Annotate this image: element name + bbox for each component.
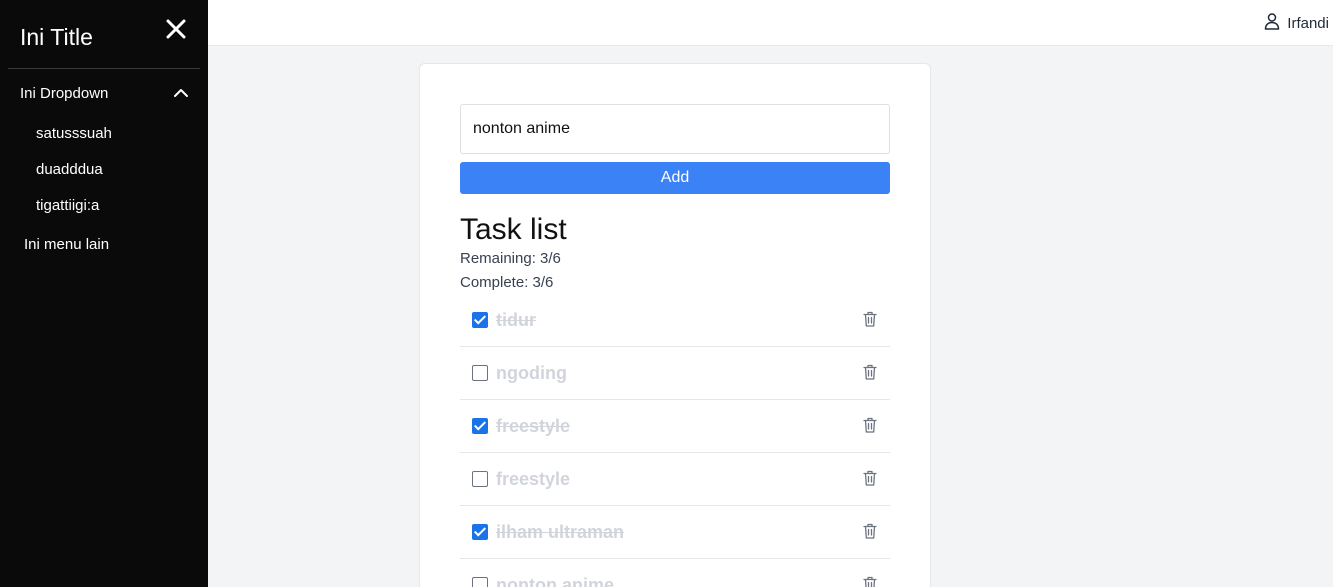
task-row: tidur [460,294,890,347]
sidebar-dropdown-toggle[interactable]: Ini Dropdown [20,82,190,106]
task-checkbox[interactable] [472,418,488,434]
task-text: freestyle [496,469,571,489]
trash-icon[interactable] [862,575,878,587]
trash-icon[interactable] [862,416,878,434]
close-icon[interactable] [164,17,188,41]
task-row: ilham ultraman [460,506,890,559]
sidebar-subitem-1[interactable]: satusssuah [36,125,112,142]
task-text: ngoding [496,363,567,383]
task-row: nonton anime [460,559,890,587]
task-row: freestyle [460,453,890,506]
top-bar: Irfandi [208,0,1333,46]
task-text: ilham ultraman [496,522,625,542]
sidebar-dropdown-label: Ini Dropdown [20,85,109,102]
user-icon [1263,12,1281,35]
user-name: Irfandi [1287,14,1329,32]
complete-count: Complete: 3/6 [460,274,554,291]
task-card: Add Task list Remaining: 3/6 Complete: 3… [419,63,931,587]
task-row: ngoding [460,347,890,400]
task-text: tidur [496,310,536,330]
sidebar-subitem-3[interactable]: tigattiigi:a [36,197,99,214]
chevron-up-icon [172,84,190,102]
trash-icon[interactable] [862,522,878,540]
task-checkbox[interactable] [472,577,488,587]
task-checkbox[interactable] [472,471,488,487]
task-checkbox[interactable] [472,524,488,540]
sidebar: Ini Title Ini Dropdown satusssuah duaddd… [0,0,208,587]
trash-icon[interactable] [862,469,878,487]
sidebar-subitem-2[interactable]: duadddua [36,161,103,178]
task-list-heading: Task list [460,213,567,246]
task-checkbox[interactable] [472,312,488,328]
task-input[interactable] [460,104,890,154]
task-checkbox[interactable] [472,365,488,381]
trash-icon[interactable] [862,310,878,328]
remaining-count: Remaining: 3/6 [460,250,561,267]
sidebar-divider [8,68,200,69]
task-row: freestyle [460,400,890,453]
sidebar-item-other-menu[interactable]: Ini menu lain [24,236,109,253]
user-menu[interactable]: Irfandi [1263,12,1329,35]
trash-icon[interactable] [862,363,878,381]
sidebar-title: Ini Title [20,24,93,50]
task-text: nonton anime [496,575,614,587]
add-button[interactable]: Add [460,162,890,194]
task-text: freestyle [496,416,571,436]
